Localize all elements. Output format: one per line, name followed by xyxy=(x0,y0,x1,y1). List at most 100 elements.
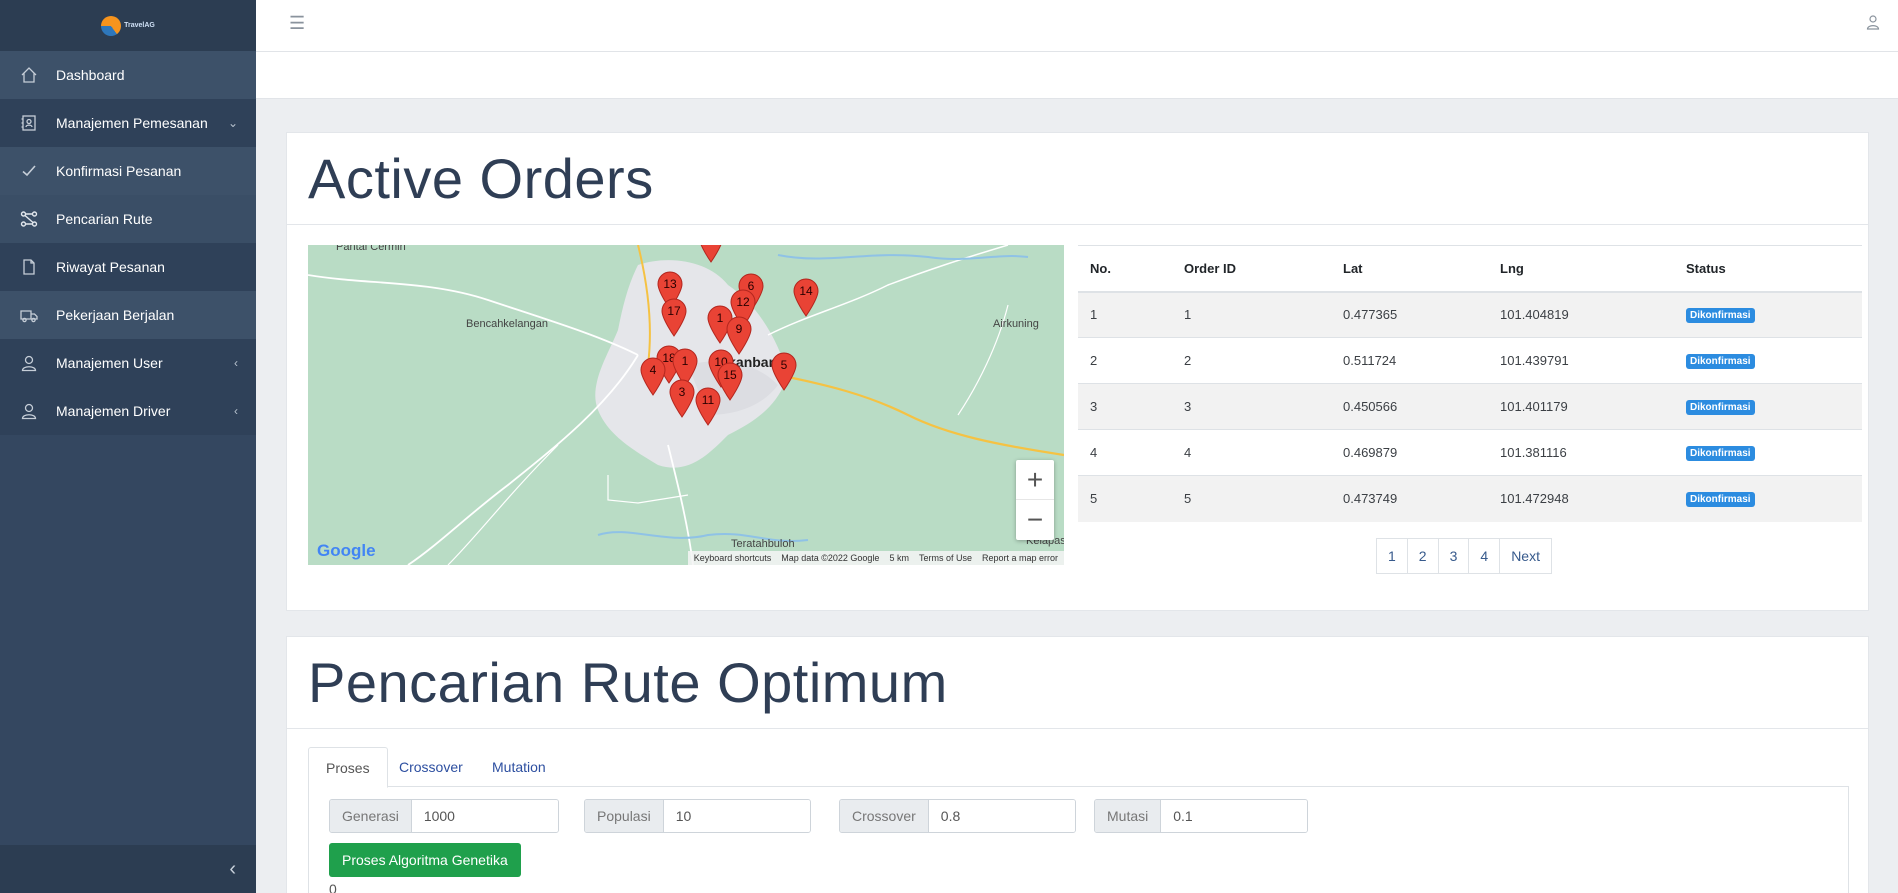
column-header: Lat xyxy=(1331,245,1488,293)
table-row: 3 3 0.450566 101.401179 Dikonfirmasi xyxy=(1078,383,1862,430)
map-marker[interactable]: 11 xyxy=(694,386,722,426)
sidebar-item-riwayat-pesanan[interactable]: Riwayat Pesanan xyxy=(0,243,256,291)
user-menu-icon[interactable] xyxy=(1866,14,1880,33)
sidebar-item-pencarian-rute[interactable]: Pencarian Rute xyxy=(0,195,256,243)
map-marker[interactable]: 4 xyxy=(639,356,667,396)
cell-lng: 101.439791 xyxy=(1488,337,1674,384)
sidebar: TravelAG Dashboard Manajemen Pemesanan ⌄… xyxy=(0,0,256,893)
terms-link[interactable]: Terms of Use xyxy=(919,553,972,563)
mutasi-input[interactable] xyxy=(1161,800,1308,832)
run-genetic-algorithm-button[interactable]: Proses Algoritma Genetika xyxy=(329,843,521,877)
cell-lat: 0.511724 xyxy=(1331,337,1488,384)
map-place-label: Teratahbuloh xyxy=(731,538,795,550)
card-header: Active Orders xyxy=(287,133,1868,225)
tab-proses[interactable]: Proses xyxy=(308,747,388,788)
map-place-label: Airkuning xyxy=(993,318,1039,330)
map-marker-label: 15 xyxy=(723,368,737,382)
sidebar-item-pekerjaan-berjalan[interactable]: Pekerjaan Berjalan xyxy=(0,291,256,339)
map-marker[interactable]: 5 xyxy=(770,351,798,391)
result-output: 0 xyxy=(329,881,337,893)
page-link-next[interactable]: Next xyxy=(1499,538,1552,574)
map-marker-label: 3 xyxy=(679,385,686,399)
sidebar-item-konfirmasi-pesanan[interactable]: Konfirmasi Pesanan xyxy=(0,147,256,195)
zoom-in-button[interactable]: + xyxy=(1016,460,1054,500)
user-icon xyxy=(20,354,38,372)
sidebar-item-label: Dashboard xyxy=(56,67,125,83)
brand[interactable]: TravelAG xyxy=(0,0,256,51)
cell-lng: 101.381116 xyxy=(1488,429,1674,476)
status-badge: Dikonfirmasi xyxy=(1686,492,1755,508)
cell-no: 2 xyxy=(1078,337,1172,384)
page-link-3[interactable]: 3 xyxy=(1437,538,1470,574)
map-marker-label: 1 xyxy=(717,311,724,325)
cell-order-id: 2 xyxy=(1172,337,1331,384)
mutasi-input-group: Mutasi xyxy=(1094,799,1309,833)
crossover-input-group: Crossover xyxy=(839,799,1076,833)
column-header: No. xyxy=(1078,245,1172,293)
cell-order-id: 1 xyxy=(1172,291,1331,338)
populasi-input[interactable] xyxy=(663,800,810,832)
cell-lat: 0.473749 xyxy=(1331,475,1488,522)
chevron-down-icon: ⌄ xyxy=(227,116,238,130)
logo-icon xyxy=(101,15,122,36)
route-search-card: Pencarian Rute Optimum Proses Crossover … xyxy=(286,636,1869,893)
zoom-out-button[interactable]: − xyxy=(1016,500,1054,540)
keyboard-shortcuts-link[interactable]: Keyboard shortcuts xyxy=(694,553,772,563)
sidebar-item-manajemen-user[interactable]: Manajemen User ‹ xyxy=(0,339,256,387)
order-map[interactable]: Pantai Cermin Bencahkelangan Airkuning P… xyxy=(308,245,1064,565)
map-marker-label: 1 xyxy=(682,354,689,368)
cell-no: 3 xyxy=(1078,383,1172,430)
cell-no: 5 xyxy=(1078,475,1172,522)
input-label: Generasi xyxy=(330,800,412,832)
cell-no: 4 xyxy=(1078,429,1172,476)
map-marker-label: 11 xyxy=(702,393,715,407)
tab-mutation[interactable]: Mutation xyxy=(475,747,563,787)
tab-panel-proses: Generasi Populasi Crossover Mutasi Prose… xyxy=(308,787,1849,893)
tab-crossover[interactable]: Crossover xyxy=(382,747,480,787)
active-orders-card: Active Orders Pantai Cermin Bencahkelang… xyxy=(286,132,1869,611)
card-header: Pencarian Rute Optimum xyxy=(287,637,1868,729)
menu-toggle-icon[interactable]: ☰ xyxy=(289,13,305,34)
map-marker[interactable]: 14 xyxy=(792,277,820,317)
crossover-input[interactable] xyxy=(928,800,1075,832)
sidebar-item-label: Riwayat Pesanan xyxy=(56,259,165,275)
map-marker-label: 9 xyxy=(736,322,743,336)
cell-lat: 0.450566 xyxy=(1331,383,1488,430)
report-error-link[interactable]: Report a map error xyxy=(982,553,1058,563)
page-title: Active Orders xyxy=(308,147,654,210)
page-link-4[interactable]: 4 xyxy=(1468,538,1501,574)
sidebar-item-manajemen-pemesanan[interactable]: Manajemen Pemesanan ⌄ xyxy=(0,99,256,147)
sidebar-collapse-bar[interactable]: ‹ xyxy=(0,845,256,893)
truck-icon xyxy=(20,306,38,324)
sidebar-item-dashboard[interactable]: Dashboard xyxy=(0,51,256,99)
map-marker[interactable]: 17 xyxy=(660,297,688,337)
cell-order-id: 3 xyxy=(1172,383,1331,430)
generasi-input[interactable] xyxy=(411,800,558,832)
map-place-label: Bencahkelangan xyxy=(466,318,548,330)
pagination: 1 2 3 4 Next xyxy=(1376,538,1552,574)
algorithm-tabs: Proses Crossover Mutation xyxy=(308,747,1849,788)
chevron-left-icon: ‹ xyxy=(234,404,238,418)
cell-order-id: 4 xyxy=(1172,429,1331,476)
cell-status: Dikonfirmasi xyxy=(1674,291,1862,338)
brand-logo: TravelAG xyxy=(101,15,155,36)
sidebar-item-label: Manajemen Pemesanan xyxy=(56,115,208,131)
column-header: Lng xyxy=(1488,245,1674,293)
map-marker[interactable] xyxy=(697,245,725,263)
sidebar-item-label: Manajemen User xyxy=(56,355,163,371)
status-badge: Dikonfirmasi xyxy=(1686,446,1755,461)
column-header: Order ID xyxy=(1172,245,1331,293)
map-marker[interactable]: 3 xyxy=(668,378,696,418)
page-subheader xyxy=(256,52,1898,99)
page-link-1[interactable]: 1 xyxy=(1376,538,1408,574)
contact-book-icon xyxy=(20,114,38,132)
cell-lng: 101.472948 xyxy=(1488,475,1674,522)
page-link-2[interactable]: 2 xyxy=(1406,538,1439,574)
sidebar-item-manajemen-driver[interactable]: Manajemen Driver ‹ xyxy=(0,387,256,435)
map-marker-label: 5 xyxy=(781,358,788,372)
input-label: Populasi xyxy=(585,800,664,832)
cell-lat: 0.469879 xyxy=(1331,429,1488,476)
section-title: Pencarian Rute Optimum xyxy=(308,651,948,714)
scale-text: 5 km xyxy=(889,553,909,563)
chevron-left-icon[interactable]: ‹ xyxy=(229,858,236,881)
